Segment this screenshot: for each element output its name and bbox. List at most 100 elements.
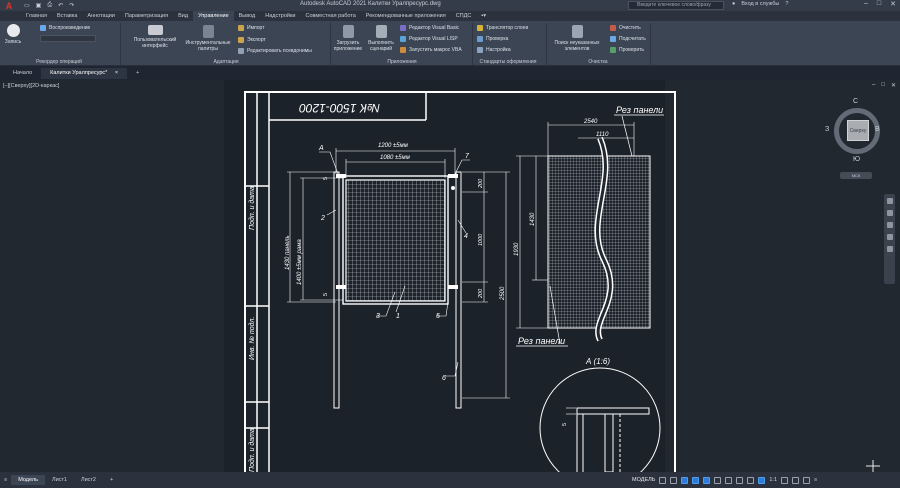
- find-unreferenced-button[interactable]: Поиск неуказанных элементов: [548, 25, 606, 52]
- run-vba-button[interactable]: Запустить макрос VBA: [400, 47, 462, 53]
- count-button[interactable]: Подсчитать: [610, 36, 646, 42]
- user-interface-button[interactable]: Пользовательский интерфейс: [128, 25, 182, 49]
- viewport-minimize-icon[interactable]: –: [872, 82, 875, 89]
- playback-button[interactable]: Воспроизведение: [40, 25, 90, 31]
- compass-north[interactable]: С: [853, 98, 858, 105]
- open-icon[interactable]: ▣: [36, 2, 42, 9]
- tab-manage[interactable]: Управление: [193, 11, 234, 21]
- ortho-icon[interactable]: [681, 476, 689, 484]
- polar-icon[interactable]: [692, 476, 700, 484]
- tab-model[interactable]: Модель: [11, 475, 45, 485]
- tab-parametric[interactable]: Параметризация: [120, 11, 173, 21]
- tab-home[interactable]: Главная: [21, 11, 52, 21]
- new-icon[interactable]: ▭: [24, 2, 30, 9]
- drawing-viewport[interactable]: [–][Сверху][2D-каркас] Подп. и дата Инв.…: [0, 80, 900, 472]
- tab-output[interactable]: Вывод: [234, 11, 261, 21]
- viewcube[interactable]: Сверху С Ю В З: [825, 98, 882, 164]
- viewport-restore-icon[interactable]: □: [881, 82, 885, 89]
- new-layout-button[interactable]: +: [103, 475, 120, 485]
- tab-sheet-2[interactable]: Лист2: [74, 475, 103, 485]
- window-title: Autodesk AutoCAD 2021 Калитки Уралпресур…: [300, 1, 441, 7]
- pan-icon[interactable]: [886, 210, 893, 216]
- app-menu-button[interactable]: A: [0, 0, 18, 11]
- audit-button[interactable]: Проверить: [610, 47, 644, 53]
- annotation-visibility-icon[interactable]: [758, 476, 766, 484]
- viewport-close-icon[interactable]: ✕: [891, 82, 896, 89]
- purge-button[interactable]: Очистить: [610, 25, 641, 31]
- transparency-icon[interactable]: [736, 476, 744, 484]
- check-standards-button[interactable]: Проверка: [477, 36, 508, 42]
- export-button[interactable]: Экспорт: [238, 37, 266, 43]
- print-icon[interactable]: ⎙: [47, 2, 52, 9]
- zoom-extents-icon[interactable]: [886, 222, 893, 228]
- help-icon[interactable]: ?: [785, 1, 788, 7]
- undo-icon[interactable]: ↶: [58, 2, 63, 9]
- tab-spds[interactable]: СПДС: [451, 11, 477, 21]
- sign-in-link[interactable]: Вход в службы: [741, 1, 779, 7]
- grid-icon[interactable]: [659, 476, 667, 484]
- tab-drawing[interactable]: Калитки Уралпресурс* ×: [41, 68, 128, 79]
- snap-icon[interactable]: [670, 476, 678, 484]
- layout-menu-icon[interactable]: ≡: [4, 477, 7, 483]
- compass-east[interactable]: В: [875, 126, 880, 133]
- workspace-gear-icon[interactable]: [781, 476, 789, 484]
- ribbon-toggle-button[interactable]: ▪▾: [476, 11, 491, 21]
- recorder-panel-label[interactable]: Рекордер операций: [0, 59, 118, 66]
- tab-view[interactable]: Вид: [173, 11, 193, 21]
- new-tab-button[interactable]: +: [127, 68, 148, 79]
- quick-access-toolbar: ▭ ▣ ⎙ ↶ ↷: [18, 2, 74, 9]
- dim-total: 2500: [500, 286, 506, 301]
- side-label-1: Подп. и дата: [248, 186, 256, 230]
- edit-aliases-button[interactable]: Редактировать псевдонимы: [238, 48, 312, 54]
- tab-sheet-1[interactable]: Лист1: [45, 475, 74, 485]
- search-input[interactable]: Введите ключевое слово/фразу: [628, 1, 724, 10]
- run-script-button[interactable]: Выполнить сценарий: [365, 25, 397, 52]
- tab-insert[interactable]: Вставка: [52, 11, 82, 21]
- steering-wheel-icon[interactable]: [886, 198, 893, 204]
- macro-select[interactable]: [40, 35, 96, 42]
- load-application-button[interactable]: Загрузить приложение: [332, 25, 364, 52]
- selection-cycling-icon[interactable]: [747, 476, 755, 484]
- fullscreen-icon[interactable]: [803, 476, 811, 484]
- lineweight-icon[interactable]: [725, 476, 733, 484]
- load-app-icon: [342, 25, 354, 38]
- minimize-icon[interactable]: –: [864, 0, 868, 8]
- tab-addins[interactable]: Надстройки: [260, 11, 300, 21]
- drawing-canvas[interactable]: Подп. и дата Инв. № подл. Подп. и дата №…: [0, 80, 900, 472]
- tab-annotate[interactable]: Аннотации: [82, 11, 120, 21]
- record-button[interactable]: Запись: [2, 24, 24, 45]
- lisp-editor-button[interactable]: Редактор Visual LISP: [400, 36, 458, 42]
- wcs-menu[interactable]: МСК: [840, 172, 872, 179]
- tab-start[interactable]: Начало: [4, 68, 41, 79]
- osnap-icon[interactable]: [703, 476, 711, 484]
- compass-south[interactable]: Ю: [853, 156, 860, 163]
- layer-translator-button[interactable]: Транслятор слоев: [477, 25, 528, 31]
- model-space-toggle[interactable]: МОДЕЛЬ: [632, 477, 655, 483]
- viewcube-top-face[interactable]: Сверху: [847, 120, 869, 141]
- tool-palettes-button[interactable]: Инструментальные палитры: [184, 25, 232, 52]
- showmotion-icon[interactable]: [886, 246, 893, 252]
- maximize-icon[interactable]: □: [877, 0, 881, 8]
- annotation-scale[interactable]: 1:1: [769, 477, 777, 483]
- isolate-objects-icon[interactable]: [792, 476, 800, 484]
- customize-menu-icon[interactable]: ≡: [814, 477, 817, 483]
- import-button[interactable]: Импорт: [238, 25, 264, 31]
- vb-editor-button[interactable]: Редактор Visual Basic: [400, 25, 459, 31]
- close-tab-icon[interactable]: ×: [115, 70, 118, 76]
- close-icon[interactable]: ✕: [890, 0, 896, 8]
- applications-panel-label[interactable]: Приложения: [332, 59, 472, 66]
- compass-west[interactable]: З: [825, 126, 829, 133]
- navigation-bar: [884, 194, 895, 284]
- purge-icon: [610, 25, 616, 31]
- redo-icon[interactable]: ↷: [69, 2, 74, 9]
- configure-standards-button[interactable]: Настройка: [477, 47, 511, 53]
- otrack-icon[interactable]: [714, 476, 722, 484]
- tab-featured-apps[interactable]: Рекомендованные приложения: [361, 11, 451, 21]
- palettes-icon: [202, 25, 214, 38]
- orbit-icon[interactable]: [886, 234, 893, 240]
- side-label-4: Подп. и дата: [248, 428, 256, 472]
- detail-label: А (1:6): [585, 357, 610, 366]
- dim-panel-inner: 1110: [596, 132, 609, 138]
- dim-top-outer: 1200 ±5мм: [378, 143, 408, 149]
- tab-collaborate[interactable]: Совместная работа: [300, 11, 360, 21]
